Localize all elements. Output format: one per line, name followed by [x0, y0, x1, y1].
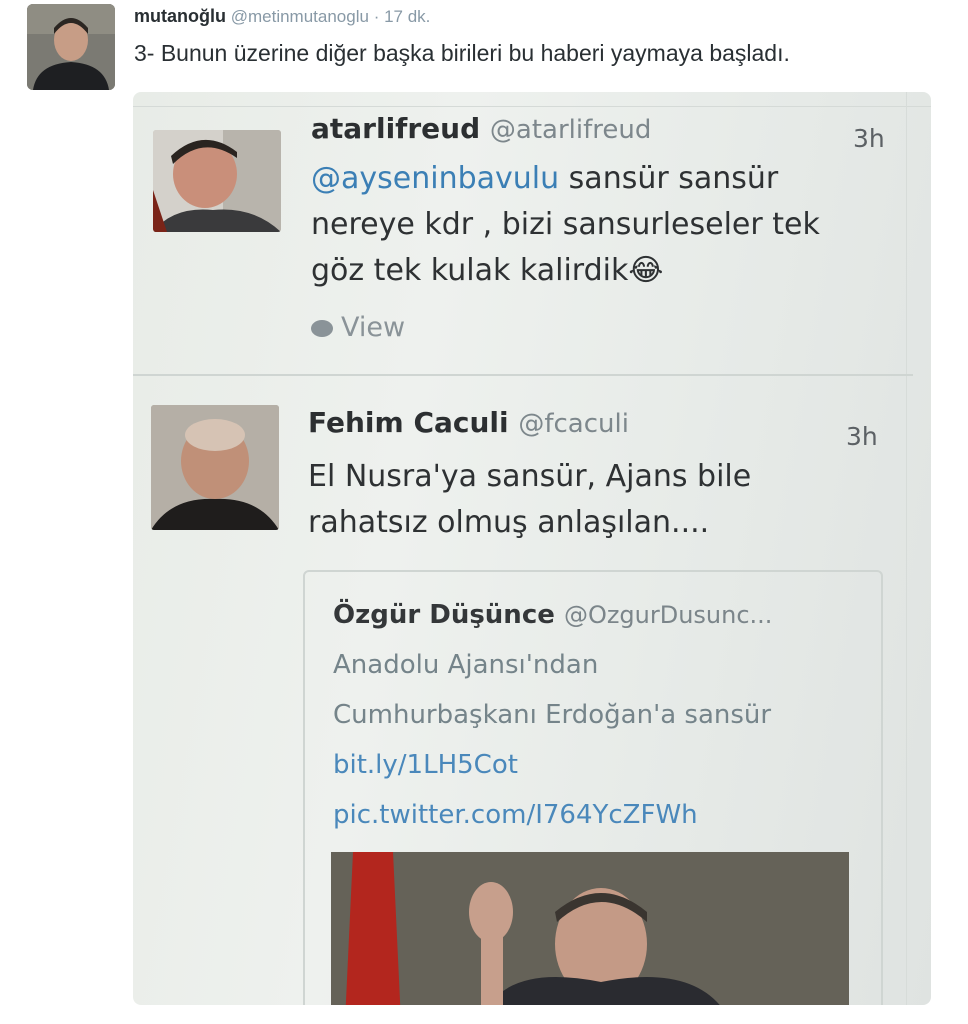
quoted-tweet-link1: bit.ly/1LH5Cot: [333, 750, 518, 780]
photo-tweet-1-line3: göz tek kulak kalirdik😂: [311, 253, 664, 288]
photo-tweet-1-view: View: [311, 312, 405, 343]
photo-top-divider: [133, 106, 931, 107]
photo-edge-line: [906, 92, 907, 1005]
photo-tweet-1-avatar: [153, 130, 281, 232]
author-handle[interactable]: @metinmutanoglu: [231, 7, 369, 26]
speech-bubble-icon: [311, 320, 333, 337]
tweet-header: mutanoğlu @metinmutanoglu · 17 dk.: [134, 6, 430, 27]
photo-tweet-2-name: Fehim Caculi: [308, 406, 509, 439]
profile-avatar[interactable]: [27, 4, 115, 90]
photo-tweet-1-text: @ayseninbavulu sansür sansür nereye kdr …: [311, 156, 820, 294]
photo-tweet-1-line1: sansür sansür: [559, 161, 779, 196]
quoted-tweet-name: Özgür Düşünce: [333, 600, 555, 630]
photo-tweet-1-line2: nereye kdr , bizi sansurleseler tek: [311, 207, 820, 242]
quoted-tweet-line2: Cumhurbaşkanı Erdoğan'a sansür: [333, 700, 772, 730]
photo-tweet-2-handle: @fcaculi: [518, 409, 629, 439]
tweet-media-photo[interactable]: atarlifreud @atarlifreud 3h @ayseninbavu…: [133, 92, 931, 1005]
quoted-tweet-line1: Anadolu Ajansı'ndan: [333, 650, 599, 680]
photo-tweet-2-avatar: [151, 405, 279, 530]
photo-tweet-2-header: Fehim Caculi @fcaculi: [308, 406, 629, 439]
photo-tweet-2-line1: El Nusra'ya sansür, Ajans bile: [308, 459, 752, 494]
photo-tweet-2-text: El Nusra'ya sansür, Ajans bile rahatsız …: [308, 454, 751, 546]
photo-tweet-1-name: atarlifreud: [311, 112, 481, 145]
tweet-text: 3- Bunun üzerine diğer başka birileri bu…: [134, 40, 790, 66]
quoted-tweet-handle: @OzgurDusunc...: [563, 601, 773, 629]
avatar-photo: [27, 4, 115, 90]
quoted-tweet-image: [331, 852, 849, 1005]
photo-tweet-2-time: 3h: [846, 422, 878, 451]
photo-tweet-2-line2: rahatsız olmuş anlaşılan....: [308, 505, 710, 540]
tweet-time[interactable]: 17 dk.: [384, 7, 430, 26]
header-separator: ·: [373, 7, 380, 26]
photo-tweet-divider: [133, 374, 913, 376]
author-name[interactable]: mutanoğlu: [134, 6, 226, 26]
photo-tweet-1-time: 3h: [853, 124, 885, 153]
photo-tweet-1-handle: @atarlifreud: [489, 115, 652, 145]
photo-tweet-1-header: atarlifreud @atarlifreud: [311, 112, 651, 145]
quoted-tweet-link2: pic.twitter.com/I764YcZFWh: [333, 800, 698, 830]
view-label: View: [341, 312, 406, 343]
quoted-tweet-card: Özgür Düşünce @OzgurDusunc... Anadolu Aj…: [303, 570, 883, 1005]
photo-tweet-1-mention: @ayseninbavulu: [311, 161, 560, 196]
quoted-tweet-header: Özgür Düşünce @OzgurDusunc...: [333, 600, 772, 630]
